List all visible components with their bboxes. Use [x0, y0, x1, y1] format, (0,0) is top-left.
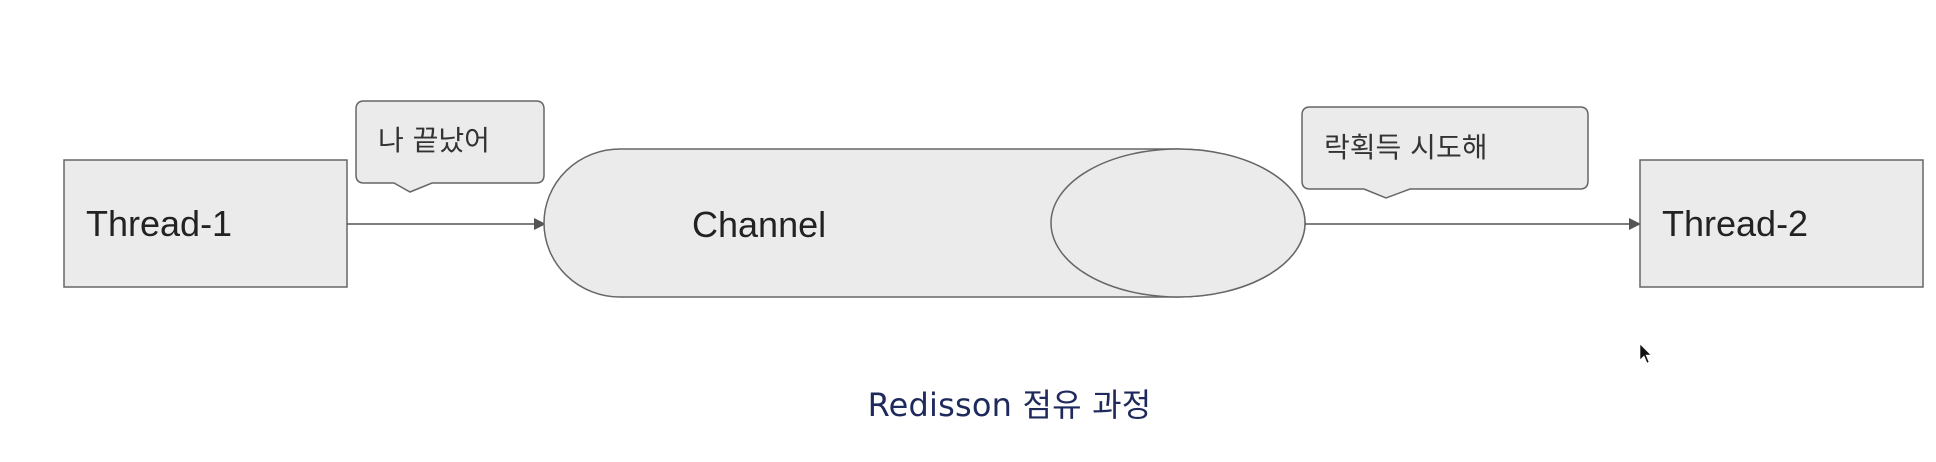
channel-cylinder: Channel — [543, 148, 1306, 298]
speech-bubble-right-text: 락획득 시도해 — [1324, 131, 1487, 164]
channel-end-ellipse — [1050, 148, 1306, 298]
thread-1-node: Thread-1 — [63, 159, 348, 288]
mouse-cursor-icon — [1639, 343, 1652, 364]
diagram-caption: Redisson 점유 과정 — [867, 386, 1152, 424]
thread-2-node: Thread-2 — [1639, 159, 1924, 288]
speech-bubble-try-lock: 락획득 시도해 — [1301, 106, 1589, 199]
channel-label: Channel — [692, 204, 826, 245]
thread-2-label: Thread-2 — [1662, 203, 1808, 244]
speech-bubble-finished: 나 끝났어 — [355, 100, 545, 193]
thread-1-label: Thread-1 — [86, 203, 232, 244]
speech-bubble-left-text: 나 끝났어 — [378, 124, 490, 157]
